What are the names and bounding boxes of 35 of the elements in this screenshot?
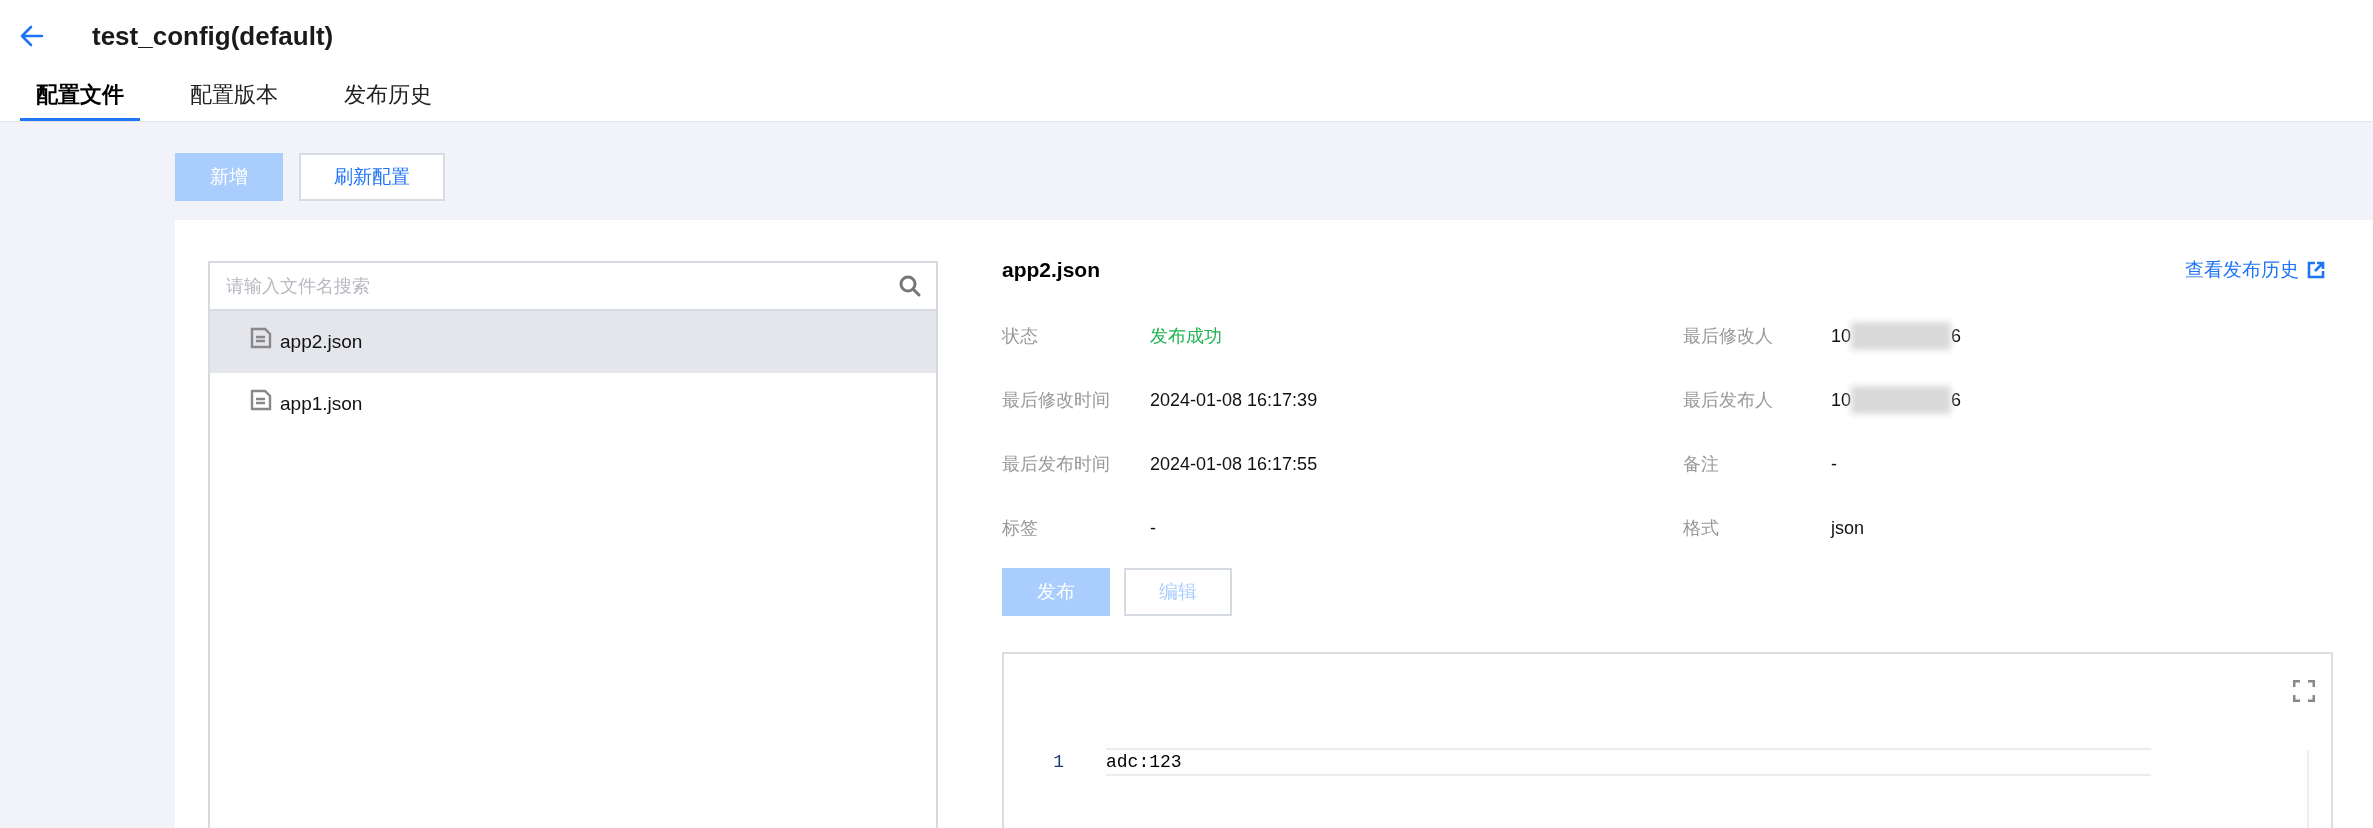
masked-value: 10 6 bbox=[1831, 386, 1962, 414]
file-title: app2.json bbox=[1002, 257, 1101, 284]
field-label: 格式 bbox=[1683, 516, 1720, 540]
search-field[interactable]: 请输入文件名搜索 bbox=[210, 263, 936, 309]
fullscreen-icon[interactable] bbox=[2293, 680, 2315, 702]
line-number: 1 bbox=[1052, 750, 1064, 774]
masked-value: 10 6 bbox=[1831, 322, 1962, 350]
field-label: 最后发布时间 bbox=[1002, 452, 1111, 476]
status-value: 发布成功 bbox=[1150, 324, 1222, 348]
file-name: app1.json bbox=[280, 391, 363, 416]
button[interactable]: 刷新配置 bbox=[299, 153, 445, 201]
external-link-icon bbox=[2307, 261, 2325, 279]
field-label: 最后发布人 bbox=[1683, 388, 1774, 412]
field-value: - bbox=[1150, 516, 1156, 540]
document-icon bbox=[250, 389, 272, 411]
field-label: 标签 bbox=[1002, 516, 1039, 540]
tab[interactable]: 发布历史 bbox=[328, 71, 448, 121]
field-value: json bbox=[1831, 516, 1865, 540]
field-label: 最后修改时间 bbox=[1002, 388, 1111, 412]
field-label: 备注 bbox=[1683, 452, 1720, 476]
field-value: 2024-01-08 16:17:55 bbox=[1150, 452, 1318, 476]
file-list-item[interactable]: app2.json bbox=[210, 311, 936, 373]
search-icon[interactable] bbox=[898, 274, 922, 298]
document-icon bbox=[250, 327, 272, 349]
tab[interactable]: 配置文件 bbox=[20, 71, 140, 121]
code-line: adc:123 bbox=[1106, 748, 2151, 776]
field-label: 最后修改人 bbox=[1683, 324, 1774, 348]
page-title: test_config(default) bbox=[92, 19, 334, 53]
field-value: - bbox=[1831, 452, 1837, 476]
file-name: app2.json bbox=[280, 329, 363, 354]
field-value: 2024-01-08 16:17:39 bbox=[1150, 388, 1318, 412]
field-label: 状态 bbox=[1002, 324, 1039, 348]
history-link[interactable]: 查看发布历史 bbox=[2185, 255, 2325, 285]
tab[interactable]: 配置版本 bbox=[174, 71, 294, 121]
code-editor[interactable]: 1 adc:123 bbox=[1002, 652, 2333, 828]
